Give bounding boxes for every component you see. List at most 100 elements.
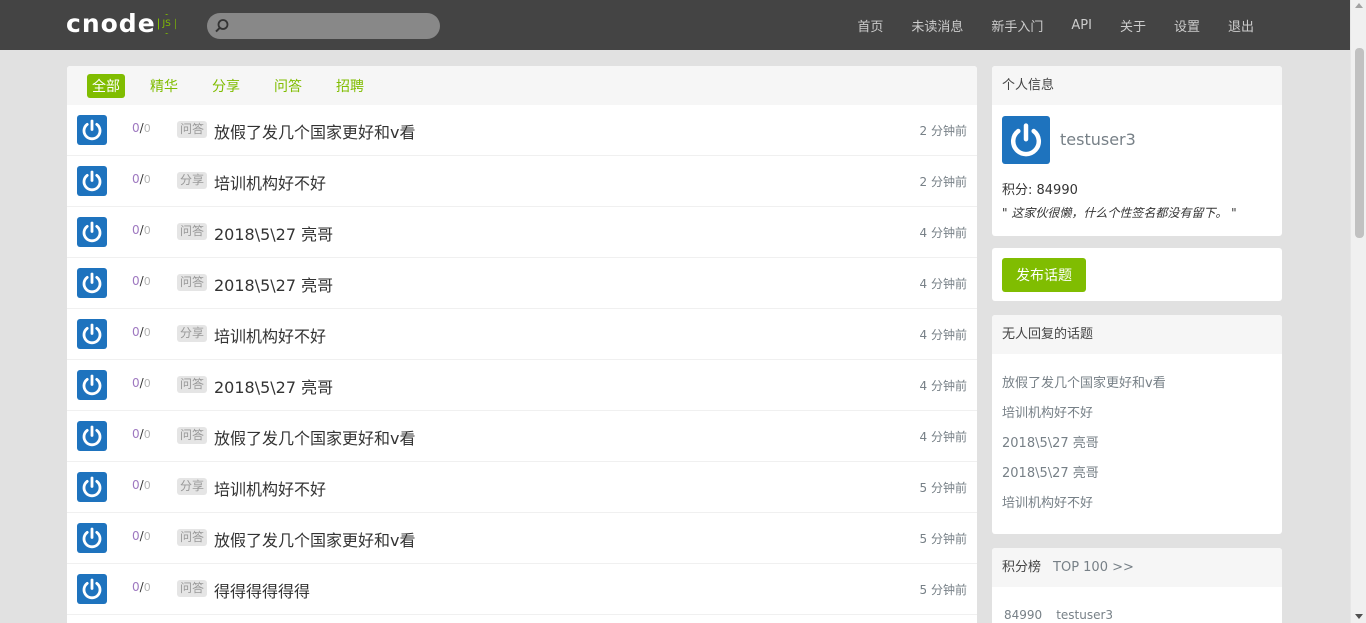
rank-header: 积分榜 TOP 100 >> [992,548,1282,587]
topic-title-link[interactable]: 2018\5\27 亮哥 [214,374,333,398]
topic-row: 0/0 问答 放假了发几个国家更好和v看 2 分钟前 [67,105,977,156]
reply-visit-count: 0/0 [132,274,172,288]
author-avatar[interactable] [77,319,107,349]
no-reply-item[interactable]: 培训机构好不好 [1002,489,1272,519]
power-icon [82,374,102,396]
topic-title-link[interactable]: 放假了发几个国家更好和v看 [214,527,415,551]
nav-home[interactable]: 首页 [857,16,883,35]
reply-count: 0 [132,529,140,543]
topic-tabs: 全部 精华 分享 问答 招聘 [67,66,977,105]
reply-count: 0 [132,223,140,237]
reply-count: 0 [132,121,140,135]
topic-title-link[interactable]: 得得得得得得 [214,578,310,602]
author-avatar[interactable] [77,217,107,247]
page-scrollbar[interactable] [1350,0,1366,623]
topic-tab-badge: 分享 [177,172,208,189]
username-link[interactable]: testuser3 [1060,130,1136,149]
no-reply-item[interactable]: 培训机构好不好 [1002,399,1272,429]
nav-logout[interactable]: 退出 [1228,16,1254,35]
power-icon [82,272,102,294]
topic-title-link[interactable]: 2018\5\27 亮哥 [214,221,333,245]
profile-header: 个人信息 [992,66,1282,105]
last-reply-time[interactable]: 2 分钟前 [920,173,967,190]
no-reply-item[interactable]: 2018\5\27 亮哥 [1002,429,1272,459]
topic-tab-badge: 问答 [177,121,208,138]
scrollbar-thumb[interactable] [1355,48,1364,238]
power-icon [82,323,102,345]
no-reply-item[interactable]: 放假了发几个国家更好和v看 [1002,369,1272,399]
topic-row: 0/0 问答 2018\5\27 亮哥 4 分钟前 [67,258,977,309]
nav-unread-messages[interactable]: 未读消息 [911,16,963,35]
tab-all[interactable]: 全部 [87,73,125,98]
author-avatar[interactable] [77,268,107,298]
search-input[interactable] [233,16,433,36]
last-reply-time[interactable]: 4 分钟前 [920,428,967,445]
last-reply-time[interactable]: 2 分钟前 [920,122,967,139]
topic-title-link[interactable]: 培训机构好不好 [214,476,326,500]
profile-panel: 个人信息 testuser3 积分: 84990 " 这家伙很懒，什么个性签名都… [992,66,1282,236]
scroll-up-icon[interactable] [1355,3,1363,8]
tab-job[interactable]: 招聘 [331,74,369,98]
last-reply-time[interactable]: 4 分钟前 [920,326,967,343]
reply-count: 0 [132,172,140,186]
author-avatar[interactable] [77,370,107,400]
tab-share[interactable]: 分享 [207,74,245,98]
top100-link[interactable]: TOP 100 >> [1053,560,1134,575]
post-topic-button[interactable]: 发布话题 [1002,258,1086,292]
reply-count: 0 [132,325,140,339]
reply-count: 0 [132,478,140,492]
visit-count: 0 [143,275,151,288]
last-reply-time[interactable]: 5 分钟前 [920,581,967,598]
last-reply-time[interactable]: 4 分钟前 [920,377,967,394]
author-avatar[interactable] [77,574,107,604]
reply-count: 0 [132,274,140,288]
topic-title-link[interactable]: 培训机构好不好 [214,170,326,194]
reply-visit-count: 0/0 [132,478,172,492]
topic-tab-badge: 问答 [177,427,208,444]
author-avatar[interactable] [77,166,107,196]
tab-ask[interactable]: 问答 [269,74,307,98]
nav-api[interactable]: API [1071,18,1092,33]
topic-tab-badge: 分享 [177,325,208,342]
no-reply-header: 无人回复的话题 [992,315,1282,354]
topic-title-link[interactable]: 放假了发几个国家更好和v看 [214,425,415,449]
nav-about[interactable]: 关于 [1120,16,1146,35]
js-badge-icon: JS [157,14,176,34]
last-reply-time[interactable]: 4 分钟前 [920,275,967,292]
search-box [207,13,440,39]
nav-settings[interactable]: 设置 [1174,16,1200,35]
rank-row: 84990 testuser3 [1004,608,1113,622]
reply-visit-count: 0/0 [132,325,172,339]
topic-tab-badge: 问答 [177,223,208,240]
reply-visit-count: 0/0 [132,529,172,543]
author-avatar[interactable] [77,523,107,553]
topic-title-link[interactable]: 2018\5\27 亮哥 [214,272,333,296]
reply-visit-count: 0/0 [132,580,172,594]
user-avatar[interactable] [1002,116,1050,164]
author-avatar[interactable] [77,115,107,145]
power-icon [1010,123,1042,157]
visit-count: 0 [143,428,151,441]
nav-getting-started[interactable]: 新手入门 [991,16,1043,35]
visit-count: 0 [143,377,151,390]
tab-good[interactable]: 精华 [145,74,183,98]
cnode-logo[interactable]: cnode JS [66,10,188,38]
author-avatar[interactable] [77,472,107,502]
last-reply-time[interactable]: 4 分钟前 [920,224,967,241]
scroll-down-icon[interactable] [1355,614,1363,619]
user-score: 积分: 84990 [1002,183,1078,198]
topic-row: 0/0 分享 培训机构好不好 5 分钟前 [67,462,977,513]
topic-row: 0/0 问答 2018\5\27 亮哥 4 分钟前 [67,360,977,411]
visit-count: 0 [143,479,151,492]
visit-count: 0 [143,224,151,237]
author-avatar[interactable] [77,421,107,451]
last-reply-time[interactable]: 5 分钟前 [920,530,967,547]
no-reply-item[interactable]: 2018\5\27 亮哥 [1002,459,1272,489]
power-icon [82,527,102,549]
topic-title-link[interactable]: 放假了发几个国家更好和v看 [214,119,415,143]
rank-username[interactable]: testuser3 [1056,608,1113,622]
last-reply-time[interactable]: 5 分钟前 [920,479,967,496]
topic-title-link[interactable]: 培训机构好不好 [214,323,326,347]
score-rank-panel: 积分榜 TOP 100 >> 84990 testuser3 [992,548,1282,623]
power-icon [82,578,102,600]
